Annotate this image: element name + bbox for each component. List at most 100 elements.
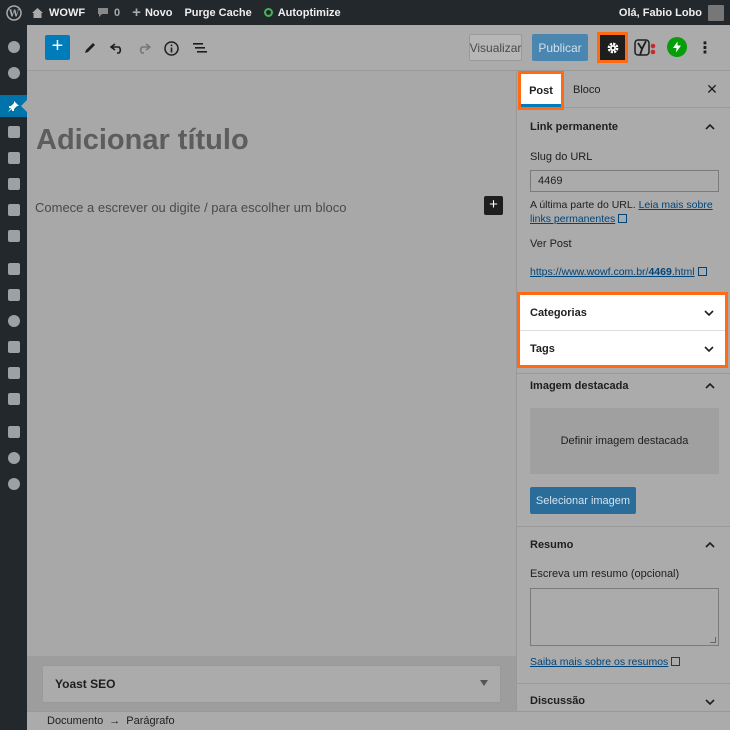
menu-play-icon[interactable]: [0, 473, 27, 495]
url-prefix: https://www.wowf.com.br/: [530, 266, 649, 278]
chevron-up-icon[interactable]: [704, 539, 716, 551]
edit-pen-icon[interactable]: [78, 36, 102, 60]
menu-tools-icon[interactable]: [0, 336, 27, 358]
chevron-down-icon: [703, 307, 715, 319]
menu-pages-icon[interactable]: [0, 147, 27, 169]
breadcrumb-paragraph[interactable]: Parágrafo: [126, 715, 174, 727]
pin-icon: [8, 100, 19, 112]
avatar: [708, 4, 724, 21]
sidebar-tabs: Post Bloco ✕: [517, 71, 730, 110]
categories-tags-highlight: Categorias Tags: [517, 292, 728, 368]
tab-block[interactable]: Bloco: [573, 71, 601, 108]
menu-forms-icon[interactable]: [0, 199, 27, 221]
post-title-input[interactable]: Adicionar título: [36, 124, 249, 157]
excerpt-help-link[interactable]: Saiba mais sobre os resumos: [530, 656, 668, 668]
wordpress-logo-icon[interactable]: W: [3, 2, 25, 24]
jetpack-button[interactable]: [667, 37, 687, 57]
outline-list-icon[interactable]: [187, 36, 211, 60]
categories-panel-toggle[interactable]: Categorias: [520, 295, 725, 330]
menu-comments-icon[interactable]: [0, 173, 27, 195]
featured-image-panel-title[interactable]: Imagem destacada: [530, 380, 628, 392]
resize-handle-icon[interactable]: [710, 637, 716, 643]
view-post-label: Ver Post: [530, 238, 572, 250]
categories-panel-title: Categorias: [530, 306, 587, 319]
panel-divider: [517, 526, 730, 527]
plus-icon: +: [132, 4, 141, 21]
site-name-link[interactable]: WOWF: [25, 0, 91, 25]
preview-button[interactable]: Visualizar: [469, 34, 522, 61]
excerpt-panel-title[interactable]: Resumo: [530, 539, 573, 551]
account-menu[interactable]: Olá, Fabio Lobo: [613, 0, 730, 25]
autoptimize-link[interactable]: Autoptimize: [258, 0, 347, 25]
external-link-icon: [618, 214, 628, 223]
chevron-down-icon: [703, 343, 715, 355]
panel-divider: [517, 683, 730, 684]
chevron-up-icon[interactable]: [704, 121, 716, 133]
menu-users-icon[interactable]: [0, 310, 27, 332]
menu-mail-icon[interactable]: [0, 225, 27, 247]
yoast-seo-button[interactable]: [634, 37, 658, 59]
add-block-button[interactable]: +: [45, 35, 70, 60]
svg-text:W: W: [8, 9, 20, 19]
discussion-panel-title[interactable]: Discussão: [530, 695, 585, 707]
comment-icon: [97, 7, 109, 18]
menu-yoast-icon[interactable]: [0, 421, 27, 443]
lightning-icon: [673, 41, 681, 53]
slug-input[interactable]: 4469: [530, 170, 719, 192]
external-link-icon: [671, 657, 681, 666]
chevron-up-icon[interactable]: [704, 380, 716, 392]
undo-icon[interactable]: [105, 36, 129, 60]
excerpt-help: Saiba mais sobre os resumos: [530, 656, 681, 668]
comments-count: 0: [114, 6, 121, 19]
menu-appearance-icon[interactable]: [0, 258, 27, 280]
new-label: Novo: [144, 6, 173, 19]
arrow-right-icon: →: [109, 715, 121, 727]
admin-bar: W WOWF 0 + Novo Purge Cache Autoptimize …: [0, 0, 730, 25]
select-image-button[interactable]: Selecionar imagem: [530, 487, 636, 514]
yoast-metabox-toggle[interactable]: Yoast SEO: [42, 665, 501, 703]
close-icon[interactable]: ✕: [703, 80, 721, 98]
comments-link[interactable]: 0: [91, 0, 126, 25]
tags-panel-toggle[interactable]: Tags: [520, 331, 725, 366]
external-link-icon: [697, 267, 707, 276]
yoast-icon: [634, 39, 656, 56]
new-content-link[interactable]: + Novo: [126, 0, 178, 25]
settings-button[interactable]: [597, 32, 628, 63]
breadcrumb: Documento → Parágrafo: [27, 711, 730, 730]
chevron-down-icon[interactable]: [704, 696, 716, 708]
permalink-help-text: A última parte do URL.: [530, 199, 636, 211]
set-featured-image-area[interactable]: Definir imagem destacada: [530, 408, 719, 474]
redo-icon[interactable]: [132, 36, 156, 60]
greeting: Olá, Fabio Lobo: [618, 6, 702, 19]
editor-canvas: Adicionar título Comece a escrever ou di…: [27, 71, 516, 656]
menu-settings-icon[interactable]: [0, 362, 27, 384]
post-url-link[interactable]: https://www.wowf.com.br/4469.html: [530, 266, 707, 278]
settings-sidebar: Post Bloco ✕ Link permanente Slug do URL…: [516, 71, 730, 711]
menu-email-icon[interactable]: [0, 388, 27, 410]
inline-add-block-button[interactable]: +: [484, 196, 503, 215]
site-name: WOWF: [49, 6, 86, 19]
info-icon[interactable]: [159, 36, 183, 60]
home-icon: [31, 7, 44, 19]
url-suffix: .html: [671, 266, 695, 278]
permalink-panel-title[interactable]: Link permanente: [530, 121, 618, 133]
breadcrumb-document[interactable]: Documento: [47, 715, 103, 727]
purge-cache-link[interactable]: Purge Cache: [178, 0, 257, 25]
slug-label: Slug do URL: [530, 151, 593, 163]
excerpt-textarea[interactable]: [530, 588, 719, 646]
menu-wave-icon[interactable]: [0, 447, 27, 469]
tab-post[interactable]: Post: [518, 71, 564, 110]
menu-dashboard-icon[interactable]: [0, 36, 27, 58]
publish-button[interactable]: Publicar: [532, 34, 588, 61]
menu-insights-icon[interactable]: [0, 62, 27, 84]
autoptimize-label: Autoptimize: [277, 6, 341, 19]
menu-media-icon[interactable]: [0, 121, 27, 143]
menu-posts-icon[interactable]: [0, 95, 27, 117]
permalink-help: A última parte do URL. Leia mais sobre l…: [530, 198, 720, 226]
paragraph-placeholder[interactable]: Comece a escrever ou digite / para escol…: [35, 200, 346, 215]
menu-plugins-icon[interactable]: [0, 284, 27, 306]
metabox-area: Yoast SEO: [27, 656, 516, 711]
tags-panel-title: Tags: [530, 342, 555, 355]
more-options-button[interactable]: ⋮: [695, 37, 715, 59]
editor-toolbar: + Visualizar Publicar ⋮: [27, 25, 730, 71]
